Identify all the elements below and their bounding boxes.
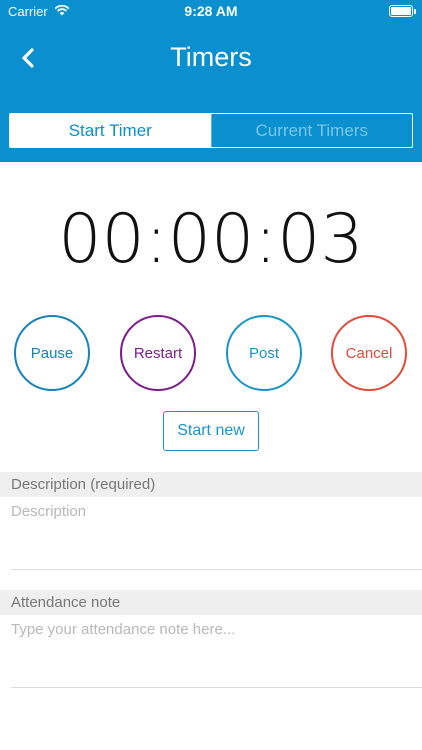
status-bar: Carrier 9:28 AM	[0, 0, 422, 22]
timer-tabs: Start Timer Current Timers	[9, 113, 413, 148]
battery-icon	[389, 5, 416, 17]
status-time: 9:28 AM	[184, 3, 238, 19]
attendance-note-divider	[11, 687, 422, 688]
page-title: Timers	[170, 42, 252, 72]
description-header: Description (required)	[0, 472, 422, 497]
attendance-note-field[interactable]	[11, 621, 422, 681]
description-divider	[11, 569, 422, 570]
post-button[interactable]: Post	[226, 315, 302, 391]
app-header: Carrier 9:28 AM Timers Start Timer Curre…	[0, 0, 422, 162]
description-field[interactable]	[11, 503, 422, 563]
restart-button[interactable]: Restart	[120, 315, 196, 391]
cancel-button[interactable]: Cancel	[331, 315, 407, 391]
tab-current-timers[interactable]: Current Timers	[210, 114, 413, 147]
start-new-button[interactable]: Start new	[163, 411, 259, 451]
attendance-note-header: Attendance note	[0, 590, 422, 615]
tab-start-timer[interactable]: Start Timer	[10, 114, 211, 147]
pause-button[interactable]: Pause	[14, 315, 90, 391]
timer-display: 00:00:03	[58, 200, 364, 279]
